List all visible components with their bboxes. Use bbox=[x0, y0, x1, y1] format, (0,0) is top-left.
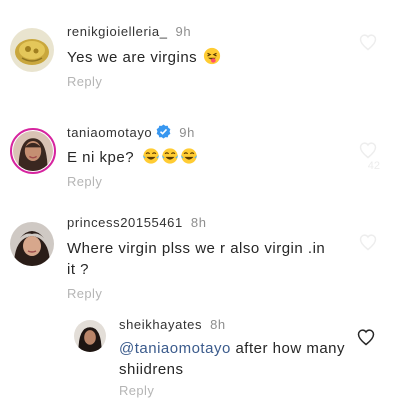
comment-meta: sheikhayates 8h bbox=[119, 317, 226, 332]
like-count: 42 bbox=[367, 160, 380, 172]
username[interactable]: princess20155461 bbox=[67, 215, 183, 230]
comment-item: renikgioielleria_ 9h Yes we are virgins R… bbox=[0, 0, 400, 100]
timestamp: 9h bbox=[179, 125, 195, 140]
timestamp: 9h bbox=[175, 24, 192, 39]
avatar[interactable] bbox=[10, 128, 56, 174]
tears-of-joy-emoji-icon bbox=[161, 147, 179, 165]
reply-button[interactable]: Reply bbox=[119, 383, 154, 398]
reply-button[interactable]: Reply bbox=[67, 74, 102, 89]
heart-outline-icon[interactable] bbox=[358, 140, 378, 160]
heart-outline-icon[interactable] bbox=[356, 327, 376, 347]
reply-button[interactable]: Reply bbox=[67, 174, 102, 189]
heart-outline-icon[interactable] bbox=[358, 232, 378, 252]
username[interactable]: sheikhayates bbox=[119, 317, 202, 332]
reply-button[interactable]: Reply bbox=[67, 286, 102, 301]
comment-item: taniaomotayo 9h E ni kpe? Reply 42 bbox=[0, 100, 400, 200]
comment-body-line: it ? bbox=[67, 261, 90, 278]
comment-text: Where virgin plss we r also virgin .in i… bbox=[67, 238, 387, 280]
comment-body-line: Where virgin plss we r also virgin .in bbox=[67, 240, 326, 257]
avatar[interactable] bbox=[74, 320, 106, 352]
comment-text: @taniaomotayo after how many shiidrens bbox=[119, 338, 359, 380]
avatar[interactable] bbox=[10, 28, 54, 72]
timestamp: 8h bbox=[210, 317, 226, 332]
squinting-tongue-emoji-icon bbox=[203, 47, 221, 65]
comment-body: after how many bbox=[230, 340, 346, 357]
comment-text: E ni kpe? bbox=[67, 147, 198, 168]
username[interactable]: renikgioielleria_ bbox=[67, 24, 168, 39]
verified-badge-icon bbox=[156, 124, 171, 139]
comment-text: Yes we are virgins bbox=[67, 47, 221, 68]
comment-item: princess20155461 8h Where virgin plss we … bbox=[0, 200, 400, 310]
comment-body-line: shiidrens bbox=[119, 361, 184, 378]
tears-of-joy-emoji-icon bbox=[180, 147, 198, 165]
tears-of-joy-emoji-icon bbox=[142, 147, 160, 165]
comment-reply-item: sheikhayates 8h @taniaomotayo after how m… bbox=[0, 310, 400, 400]
comment-body: Yes we are virgins bbox=[67, 49, 198, 66]
username[interactable]: taniaomotayo bbox=[67, 125, 152, 140]
comment-meta: renikgioielleria_ 9h bbox=[67, 24, 191, 39]
avatar[interactable] bbox=[10, 222, 54, 266]
timestamp: 8h bbox=[190, 215, 207, 230]
mention-link[interactable]: @taniaomotayo bbox=[119, 340, 231, 357]
comment-body: E ni kpe? bbox=[67, 149, 135, 166]
comment-meta: princess20155461 8h bbox=[67, 215, 207, 230]
heart-outline-icon[interactable] bbox=[358, 32, 378, 52]
comment-meta: taniaomotayo 9h bbox=[67, 124, 195, 140]
